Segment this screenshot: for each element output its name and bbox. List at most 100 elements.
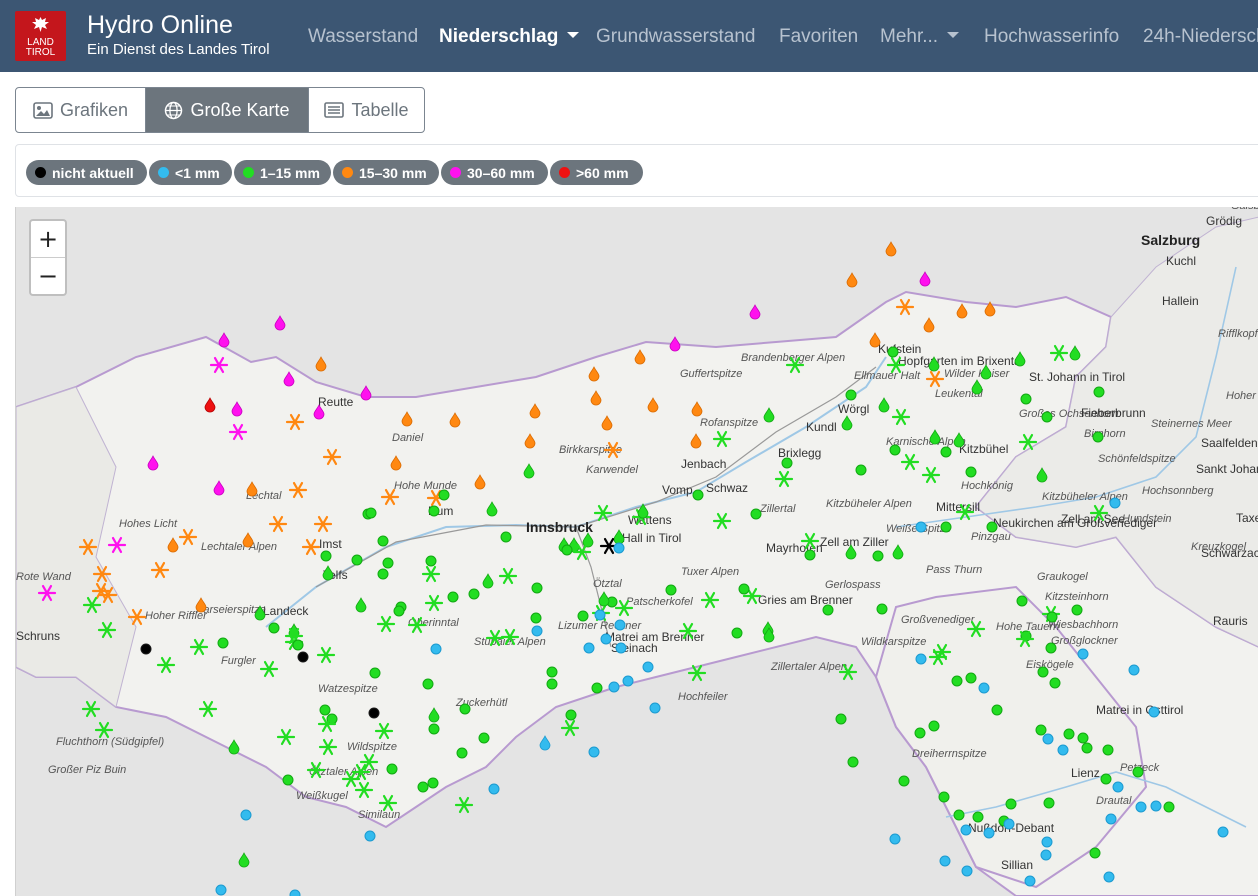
station-dot[interactable] [965, 466, 977, 478]
station-dot[interactable] [1081, 742, 1093, 754]
station-drop[interactable] [846, 272, 858, 288]
station-dot[interactable] [1132, 766, 1144, 778]
station-dot[interactable] [953, 809, 965, 821]
station-dot[interactable] [1041, 411, 1053, 423]
station-dot[interactable] [365, 507, 377, 519]
station-dot[interactable] [804, 549, 816, 561]
zoom-out-button[interactable]: − [31, 258, 65, 294]
station-dot[interactable] [1217, 826, 1229, 838]
station-dot[interactable] [978, 682, 990, 694]
station-dot[interactable] [1102, 744, 1114, 756]
station-dot[interactable] [240, 809, 252, 821]
legend-chip-15-30[interactable]: 15–30 mm [333, 160, 439, 185]
station-dot[interactable] [738, 583, 750, 595]
station-dot[interactable] [459, 703, 471, 715]
map-canvas[interactable]: SalzburgHalleinKufsteinInnsbruckSchwazKi… [16, 207, 1258, 896]
station-dot[interactable] [488, 783, 500, 795]
station-snowflake[interactable] [94, 721, 114, 739]
station-dot[interactable] [1049, 677, 1061, 689]
station-dot[interactable] [642, 661, 654, 673]
station-dot[interactable] [382, 557, 394, 569]
station-snowflake[interactable] [560, 719, 580, 737]
station-dot[interactable] [835, 713, 847, 725]
station-dot[interactable] [960, 824, 972, 836]
nav-wasserstand[interactable]: Wasserstand [308, 26, 418, 52]
station-dot[interactable] [546, 666, 558, 678]
station-dot[interactable] [1103, 871, 1115, 883]
station-dot[interactable] [531, 582, 543, 594]
station-dot[interactable] [1043, 797, 1055, 809]
app-title[interactable]: Hydro Online [87, 11, 233, 40]
station-dot[interactable] [377, 568, 389, 580]
station-dot[interactable] [478, 732, 490, 744]
station-dot[interactable] [889, 833, 901, 845]
station-dot[interactable] [438, 489, 450, 501]
station-dot[interactable] [928, 720, 940, 732]
station-dot[interactable] [847, 756, 859, 768]
station-dot[interactable] [319, 704, 331, 716]
station-dot[interactable] [983, 827, 995, 839]
station-dot[interactable] [940, 446, 952, 458]
station-dot[interactable] [845, 389, 857, 401]
station-dot[interactable] [649, 702, 661, 714]
station-dot[interactable] [939, 855, 951, 867]
station-dot[interactable] [425, 555, 437, 567]
station-dot[interactable] [1045, 642, 1057, 654]
legend-chip-nicht-aktuell[interactable]: nicht aktuell [26, 160, 147, 185]
station-drop[interactable] [274, 315, 286, 331]
station-dot[interactable] [417, 781, 429, 793]
station-dot[interactable] [951, 675, 963, 687]
station-dot[interactable] [430, 643, 442, 655]
station-dot[interactable] [692, 489, 704, 501]
station-drop[interactable] [315, 356, 327, 372]
station-dot[interactable] [1135, 801, 1147, 813]
zoom-in-button[interactable]: + [31, 221, 65, 258]
station-dot[interactable] [731, 627, 743, 639]
station-dot[interactable] [1041, 836, 1053, 848]
station-dot[interactable] [546, 678, 558, 690]
station-dot[interactable] [565, 709, 577, 721]
station-snowflake[interactable] [81, 700, 101, 718]
station-dot[interactable] [1092, 431, 1104, 443]
nav-24h-niederschlag[interactable]: 24h-Niederschlag [1143, 26, 1258, 52]
station-dot[interactable] [940, 521, 952, 533]
station-dot[interactable] [600, 633, 612, 645]
station-dot[interactable] [422, 678, 434, 690]
station-drop[interactable] [669, 336, 681, 352]
station-dot[interactable] [1037, 666, 1049, 678]
station-dot[interactable] [289, 889, 301, 896]
station-dot[interactable] [1105, 813, 1117, 825]
station-drop[interactable] [919, 271, 931, 287]
station-drop[interactable] [238, 852, 250, 868]
station-drop[interactable] [360, 385, 372, 401]
station-dot[interactable] [1077, 732, 1089, 744]
station-dot[interactable] [613, 542, 625, 554]
legend-chip-1-15[interactable]: 1–15 mm [234, 160, 331, 185]
station-dot[interactable] [665, 584, 677, 596]
station-dot[interactable] [531, 625, 543, 637]
station-dot[interactable] [1016, 595, 1028, 607]
station-dot[interactable] [1100, 773, 1112, 785]
station-dot[interactable] [530, 612, 542, 624]
station-dot[interactable] [1020, 393, 1032, 405]
station-dot[interactable] [887, 346, 899, 358]
station-dot[interactable] [500, 531, 512, 543]
station-dot[interactable] [1071, 604, 1083, 616]
station-dot[interactable] [615, 642, 627, 654]
station-dot[interactable] [456, 747, 468, 759]
station-dot[interactable] [428, 723, 440, 735]
grafiken-button[interactable]: Grafiken [16, 88, 146, 132]
station-dot[interactable] [781, 457, 793, 469]
station-dot[interactable] [1163, 801, 1175, 813]
station-dot[interactable] [364, 830, 376, 842]
station-dot[interactable] [282, 774, 294, 786]
station-dot[interactable] [297, 651, 309, 663]
station-dot[interactable] [215, 884, 227, 896]
station-dot[interactable] [1077, 648, 1089, 660]
land-tirol-logo[interactable]: LAND TIROL [15, 11, 66, 61]
station-dot[interactable] [961, 865, 973, 877]
station-snowflake[interactable] [454, 796, 474, 814]
station-dot[interactable] [898, 775, 910, 787]
station-dot[interactable] [368, 707, 380, 719]
station-dot[interactable] [561, 544, 573, 556]
